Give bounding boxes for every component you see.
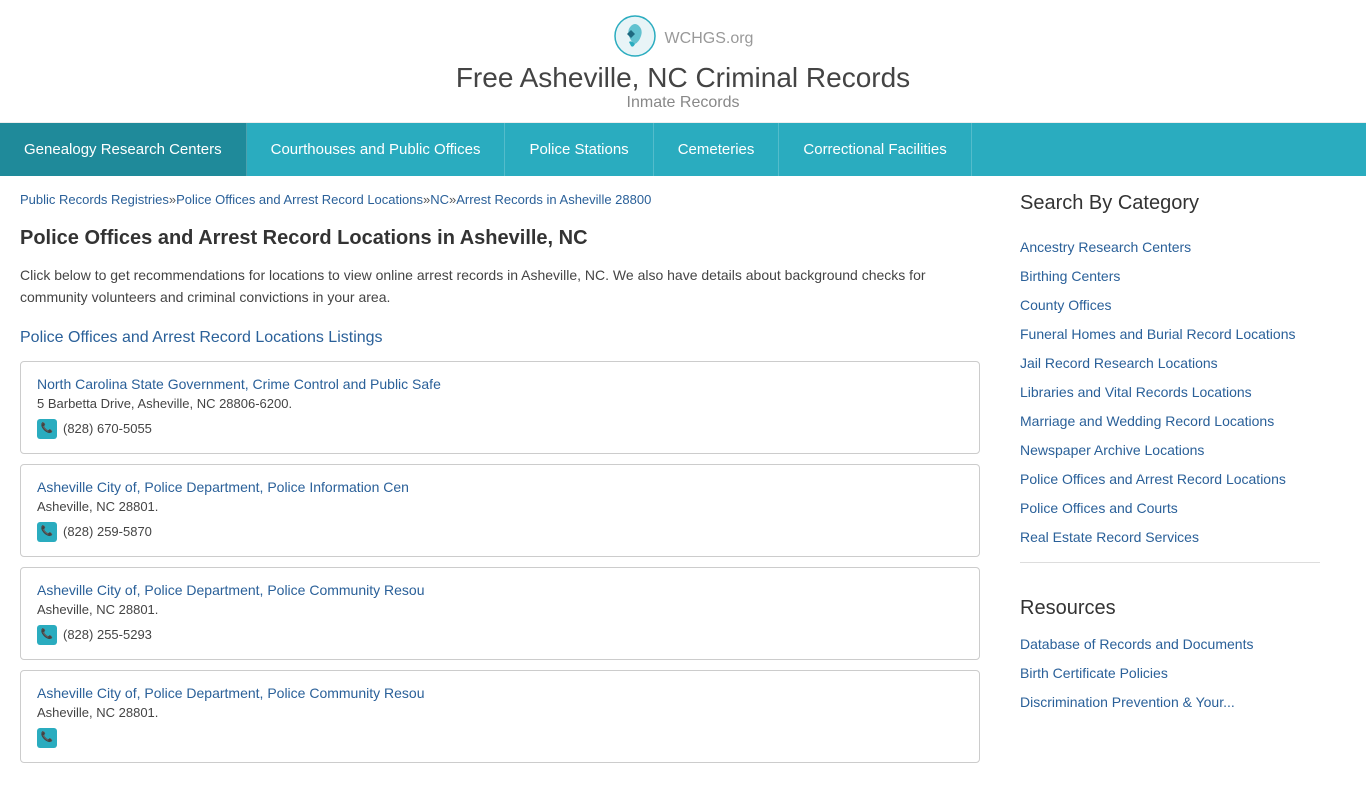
listing-address: 5 Barbetta Drive, Asheville, NC 28806-62…	[37, 396, 963, 411]
content-wrapper: Public Records Registries»Police Offices…	[0, 176, 1366, 793]
sidebar-category-item[interactable]: Marriage and Wedding Record Locations	[1020, 411, 1320, 432]
breadcrumb-separator: »	[169, 192, 176, 207]
sidebar-category-item[interactable]: Funeral Homes and Burial Record Location…	[1020, 324, 1320, 345]
sidebar-category-item[interactable]: Real Estate Record Services	[1020, 527, 1320, 548]
phone-number: (828) 670-5055	[63, 421, 152, 436]
breadcrumb: Public Records Registries»Police Offices…	[20, 192, 980, 207]
listing-phone: 📞 (828) 670-5055	[37, 419, 963, 439]
main-nav: Genealogy Research CentersCourthouses an…	[0, 123, 1366, 176]
sidebar-category-item[interactable]: Birthing Centers	[1020, 266, 1320, 287]
page-heading: Police Offices and Arrest Record Locatio…	[20, 227, 980, 250]
listing-card: Asheville City of, Police Department, Po…	[20, 464, 980, 557]
listing-card: Asheville City of, Police Department, Po…	[20, 670, 980, 763]
listing-phone: 📞 (828) 255-5293	[37, 625, 963, 645]
resources-heading: Resources	[1020, 587, 1320, 620]
listing-name[interactable]: Asheville City of, Police Department, Po…	[37, 479, 409, 495]
listing-card: North Carolina State Government, Crime C…	[20, 361, 980, 454]
listings-heading-link[interactable]: Police Offices and Arrest Record Locatio…	[20, 329, 383, 346]
sidebar-resource-item[interactable]: Birth Certificate Policies	[1020, 663, 1320, 684]
logo-name: WCHGS	[665, 30, 726, 47]
nav-item-police-stations[interactable]: Police Stations	[505, 123, 653, 176]
nav-item-courthouses-and-public-offices[interactable]: Courthouses and Public Offices	[247, 123, 506, 176]
site-title: Free Asheville, NC Criminal Records	[456, 62, 910, 94]
sidebar: Search By Category Ancestry Research Cen…	[1000, 176, 1340, 793]
listing-phone: 📞	[37, 728, 963, 748]
nav-item-genealogy-research-centers[interactable]: Genealogy Research Centers	[0, 123, 247, 176]
logo-suffix: .org	[726, 30, 754, 47]
sidebar-category-item[interactable]: Ancestry Research Centers	[1020, 237, 1320, 258]
listing-name[interactable]: Asheville City of, Police Department, Po…	[37, 582, 425, 598]
listing-card: Asheville City of, Police Department, Po…	[20, 567, 980, 660]
listing-name[interactable]: Asheville City of, Police Department, Po…	[37, 685, 425, 701]
site-subtitle: Inmate Records	[627, 94, 740, 112]
page-header: WCHGS.org Free Asheville, NC Criminal Re…	[0, 0, 1366, 123]
phone-icon: 📞	[37, 419, 57, 439]
page-description: Click below to get recommendations for l…	[20, 264, 980, 309]
logo-text: WCHGS.org	[665, 23, 754, 49]
phone-icon: 📞	[37, 522, 57, 542]
listing-address: Asheville, NC 28801.	[37, 499, 963, 514]
listings-heading: Police Offices and Arrest Record Locatio…	[20, 329, 980, 347]
listing-address: Asheville, NC 28801.	[37, 602, 963, 617]
sidebar-resources: Database of Records and Documents Birth C…	[1020, 634, 1320, 713]
sidebar-resource-item[interactable]: Discrimination Prevention & Your...	[1020, 692, 1320, 713]
phone-icon: 📞	[37, 625, 57, 645]
listings-container: North Carolina State Government, Crime C…	[20, 361, 980, 763]
sidebar-category-item[interactable]: Police Offices and Courts	[1020, 498, 1320, 519]
breadcrumb-item[interactable]: NC	[430, 192, 449, 207]
listing-address: Asheville, NC 28801.	[37, 705, 963, 720]
sidebar-category-item[interactable]: Libraries and Vital Records Locations	[1020, 382, 1320, 403]
listing-name[interactable]: North Carolina State Government, Crime C…	[37, 376, 441, 392]
phone-number: (828) 259-5870	[63, 524, 152, 539]
phone-icon: 📞	[37, 728, 57, 748]
sidebar-search-heading: Search By Category	[1020, 192, 1320, 221]
breadcrumb-item[interactable]: Police Offices and Arrest Record Locatio…	[176, 192, 423, 207]
sidebar-categories: Ancestry Research Centers Birthing Center…	[1020, 237, 1320, 548]
sidebar-resource-item[interactable]: Database of Records and Documents	[1020, 634, 1320, 655]
nav-item-correctional-facilities[interactable]: Correctional Facilities	[779, 123, 971, 176]
sidebar-category-item[interactable]: Police Offices and Arrest Record Locatio…	[1020, 469, 1320, 490]
sidebar-category-item[interactable]: Newspaper Archive Locations	[1020, 440, 1320, 461]
listing-phone: 📞 (828) 259-5870	[37, 522, 963, 542]
sidebar-divider	[1020, 562, 1320, 563]
sidebar-category-item[interactable]: County Offices	[1020, 295, 1320, 316]
main-content: Public Records Registries»Police Offices…	[0, 176, 1000, 793]
nav-item-cemeteries[interactable]: Cemeteries	[654, 123, 780, 176]
logo-icon	[613, 14, 657, 58]
phone-number: (828) 255-5293	[63, 627, 152, 642]
sidebar-category-item[interactable]: Jail Record Research Locations	[1020, 353, 1320, 374]
breadcrumb-item[interactable]: Arrest Records in Asheville 28800	[456, 192, 651, 207]
logo-area: WCHGS.org	[613, 14, 754, 58]
breadcrumb-item[interactable]: Public Records Registries	[20, 192, 169, 207]
